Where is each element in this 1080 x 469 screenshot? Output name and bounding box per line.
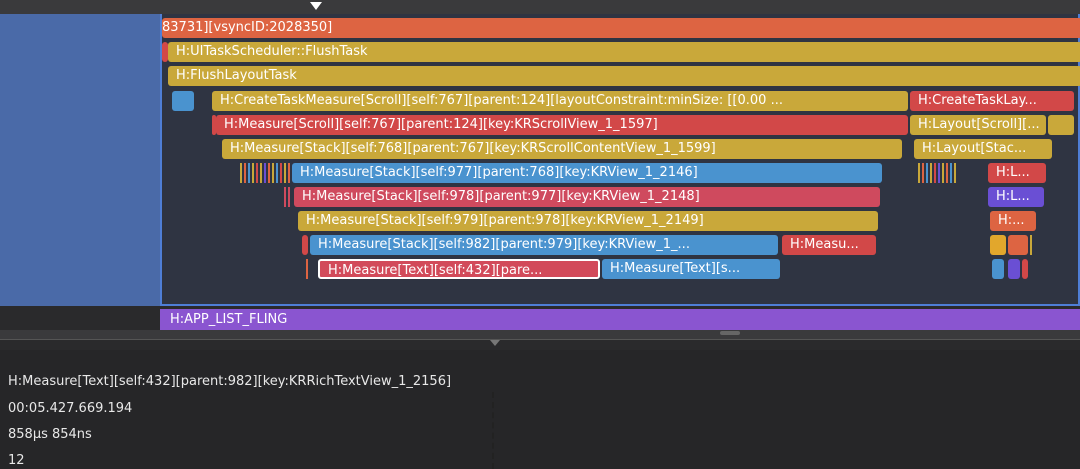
detail-name: H:Measure[Text][self:432][parent:982][ke… <box>8 374 452 389</box>
slice-marker[interactable] <box>302 235 308 255</box>
slice-details-panel: H:Measure[Text][self:432][parent:982][ke… <box>0 350 1080 469</box>
detail-start-time: 00:05.427.669.194 <box>8 401 133 416</box>
slice-layout-short[interactable]: H:L... <box>988 187 1044 207</box>
slice-layout-scroll[interactable]: H:Layout[Scroll][... <box>910 115 1046 135</box>
slice-measure-stack-977[interactable]: H:Measure[Stack][self:977][parent:768][k… <box>292 163 882 183</box>
playhead-marker-icon[interactable] <box>310 2 322 10</box>
panel-divider[interactable] <box>0 330 1080 340</box>
slice-small[interactable] <box>1022 259 1028 279</box>
slice-measure-short[interactable]: H:Measu... <box>782 235 876 255</box>
flamegraph-track[interactable]: 83731][vsyncID:2028350] H:UITaskSchedule… <box>160 14 1080 306</box>
slice-small[interactable] <box>992 259 1004 279</box>
chevron-down-icon[interactable] <box>490 340 500 346</box>
scroll-handle[interactable] <box>720 331 740 335</box>
slice-small[interactable] <box>172 91 194 111</box>
slice-vsync[interactable]: 83731][vsyncID:2028350] <box>162 18 1080 38</box>
slice-flush-layout-task[interactable]: H:FlushLayoutTask <box>168 66 1080 86</box>
column-divider <box>492 392 494 469</box>
track-header-panel[interactable] <box>0 14 160 306</box>
slice-measure-scroll[interactable]: H:Measure[Scroll][self:767][parent:124][… <box>216 115 908 135</box>
slice-create-task-measure[interactable]: H:CreateTaskMeasure[Scroll][self:767][pa… <box>212 91 908 111</box>
slice-measure-text-selected[interactable]: H:Measure[Text][self:432][pare... <box>318 259 600 279</box>
detail-duration: 858μs 854ns <box>8 427 92 442</box>
slice-small[interactable] <box>1048 115 1074 135</box>
slice-measure-stack-979[interactable]: H:Measure[Stack][self:979][parent:978][k… <box>298 211 878 231</box>
slice-layout-stack[interactable]: H:Layout[Stac... <box>914 139 1052 159</box>
slice-small[interactable] <box>1008 259 1020 279</box>
slice-small[interactable] <box>1008 235 1028 255</box>
slice-layout-short[interactable]: H:L... <box>988 163 1046 183</box>
slice-measure-stack-978[interactable]: H:Measure[Stack][self:978][parent:977][k… <box>294 187 880 207</box>
app-list-fling-track[interactable]: H:APP_LIST_FLING <box>160 309 1080 330</box>
slice-measure-text[interactable]: H:Measure[Text][s... <box>602 259 780 279</box>
timeline-ruler <box>0 0 1080 14</box>
slice-layout-short[interactable]: H:... <box>990 211 1036 231</box>
slice-small[interactable] <box>990 235 1006 255</box>
slice-create-task-layout[interactable]: H:CreateTaskLay... <box>910 91 1074 111</box>
slice-measure-stack-768[interactable]: H:Measure[Stack][self:768][parent:767][k… <box>222 139 902 159</box>
detail-depth: 12 <box>8 453 25 468</box>
slice-flush-task[interactable]: H:UITaskScheduler::FlushTask <box>168 42 1080 62</box>
slice-measure-stack-982[interactable]: H:Measure[Stack][self:982][parent:979][k… <box>310 235 778 255</box>
